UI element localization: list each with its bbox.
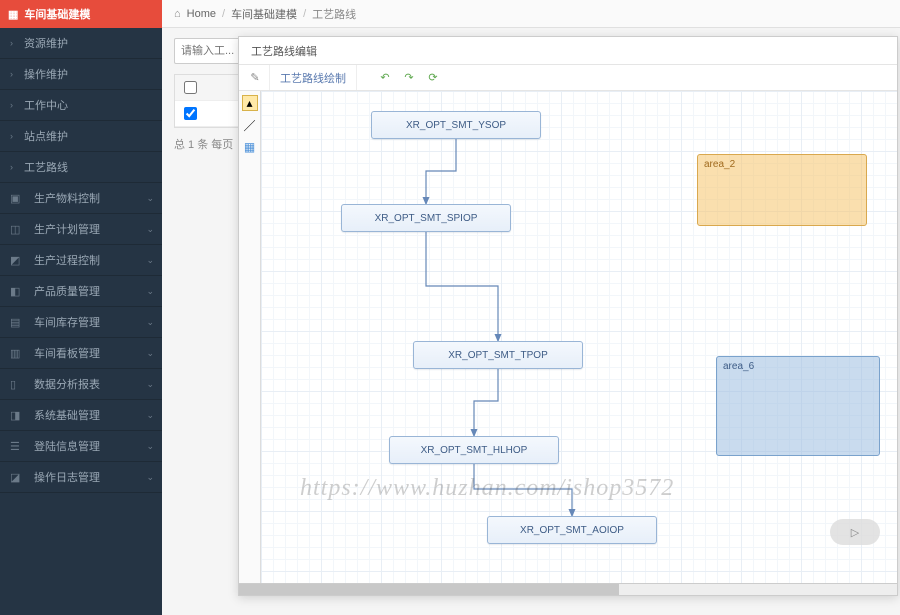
sidebar-section-kanban[interactable]: ▥ 车间看板管理 ⌄ xyxy=(0,338,162,369)
chevron-down-icon: ⌄ xyxy=(146,348,154,359)
sidebar-item-label: 资源维护 xyxy=(24,35,68,51)
sidebar-item-label: 生产计划管理 xyxy=(34,221,100,237)
chevron-right-icon: › xyxy=(10,131,13,141)
sidebar-header-label: 车间基础建模 xyxy=(24,6,90,22)
sidebar-item-label: 操作维护 xyxy=(24,66,68,82)
play-badge-icon: ▷ xyxy=(830,519,880,545)
sidebar-section-material[interactable]: ▣ 生产物料控制 ⌄ xyxy=(0,183,162,214)
calendar-icon: ◫ xyxy=(10,223,26,236)
sidebar-item-resource[interactable]: › 资源维护 xyxy=(0,28,162,59)
tool-palette: ▴ ／ ▦ xyxy=(239,91,261,583)
sidebar-item-label: 产品质量管理 xyxy=(34,283,100,299)
sidebar-item-label: 操作日志管理 xyxy=(34,469,100,485)
sidebar-item-label: 系统基础管理 xyxy=(34,407,100,423)
dashboard-icon: ▦ xyxy=(8,8,18,21)
search-input[interactable] xyxy=(174,38,244,64)
chart-icon: ▯ xyxy=(10,378,26,391)
flow-node[interactable]: XR_OPT_SMT_SPIOP xyxy=(341,204,511,232)
chevron-down-icon: ⌄ xyxy=(146,410,154,421)
sidebar-section-log[interactable]: ◪ 操作日志管理 ⌄ xyxy=(0,462,162,493)
sidebar-section-process[interactable]: ◩ 生产过程控制 ⌄ xyxy=(0,245,162,276)
flow-node[interactable]: XR_OPT_SMT_TPOP xyxy=(413,341,583,369)
log-icon: ◪ xyxy=(10,471,26,484)
sidebar-section-login[interactable]: ☰ 登陆信息管理 ⌄ xyxy=(0,431,162,462)
sidebar-section-report[interactable]: ▯ 数据分析报表 ⌄ xyxy=(0,369,162,400)
breadcrumb-sep: / xyxy=(222,8,225,20)
redo-icon[interactable]: ↷ xyxy=(399,68,419,88)
sidebar-section-plan[interactable]: ◫ 生产计划管理 ⌄ xyxy=(0,214,162,245)
sidebar: ▦ 车间基础建模 › 资源维护 › 操作维护 › 工作中心 › 站点维护 › 工艺路线 ▣… xyxy=(0,0,162,615)
flow-node[interactable]: XR_OPT_SMT_HLHOP xyxy=(389,436,559,464)
chevron-right-icon: › xyxy=(10,69,13,79)
sidebar-section-inventory[interactable]: ▤ 车间库存管理 ⌄ xyxy=(0,307,162,338)
sidebar-item-operation[interactable]: › 操作维护 xyxy=(0,59,162,90)
select-all-checkbox[interactable] xyxy=(184,81,197,94)
scrollbar-thumb[interactable] xyxy=(239,584,619,595)
sidebar-item-label: 车间库存管理 xyxy=(34,314,100,330)
sidebar-item-label: 工艺路线 xyxy=(24,159,68,175)
sidebar-item-label: 站点维护 xyxy=(24,128,68,144)
line-tool-icon[interactable]: ／ xyxy=(242,117,258,133)
sidebar-item-label: 生产过程控制 xyxy=(34,252,100,268)
breadcrumb: ⌂ Home / 车间基础建模 / 工艺路线 xyxy=(162,0,900,28)
chevron-down-icon: ⌄ xyxy=(146,379,154,390)
sidebar-section-system[interactable]: ◨ 系统基础管理 ⌄ xyxy=(0,400,162,431)
pager-text: 总 1 条 每页 xyxy=(174,139,233,151)
horizontal-scrollbar[interactable] xyxy=(239,583,897,595)
modal-title-label: 工艺路线编辑 xyxy=(251,43,317,59)
sidebar-item-label: 生产物料控制 xyxy=(34,190,100,206)
stack-icon: ▤ xyxy=(10,316,26,329)
flow-node[interactable]: XR_OPT_SMT_YSOP xyxy=(371,111,541,139)
area-box[interactable]: area_2 xyxy=(697,154,867,226)
modal-body: ▴ ／ ▦ XR_OPT_SMT_YSOPXR_OPT_SMT_SPIOPXR_… xyxy=(239,91,897,583)
refresh-icon[interactable]: ⟳ xyxy=(423,68,443,88)
breadcrumb-crumb1[interactable]: 车间基础建模 xyxy=(231,6,297,22)
sidebar-item-label: 数据分析报表 xyxy=(34,376,100,392)
breadcrumb-crumb2: 工艺路线 xyxy=(312,6,356,22)
sidebar-item-route[interactable]: › 工艺路线 xyxy=(0,152,162,183)
chevron-down-icon: ⌄ xyxy=(146,193,154,204)
home-icon: ⌂ xyxy=(174,8,181,20)
area-box[interactable]: area_6 xyxy=(716,356,880,456)
flow-node[interactable]: XR_OPT_SMT_AOIOP xyxy=(487,516,657,544)
modal-title: 工艺路线编辑 xyxy=(239,37,897,65)
chevron-down-icon: ⌄ xyxy=(146,441,154,452)
undo-icon[interactable]: ↶ xyxy=(375,68,395,88)
route-editor-panel: 工艺路线编辑 ✎ 工艺路线绘制 ↶ ↷ ⟳ ▴ ／ ▦ XR_OPT_SMT_Y… xyxy=(238,36,898,596)
db-icon: ◨ xyxy=(10,409,26,422)
board-icon: ▥ xyxy=(10,347,26,360)
sidebar-section-quality[interactable]: ◧ 产品质量管理 ⌄ xyxy=(0,276,162,307)
sidebar-item-station[interactable]: › 站点维护 xyxy=(0,121,162,152)
chevron-down-icon: ⌄ xyxy=(146,255,154,266)
chevron-right-icon: › xyxy=(10,100,13,110)
chevron-down-icon: ⌄ xyxy=(146,224,154,235)
tab-label: 工艺路线绘制 xyxy=(280,70,346,86)
chevron-right-icon: › xyxy=(10,38,13,48)
shield-icon: ◧ xyxy=(10,285,26,298)
sidebar-item-label: 工作中心 xyxy=(24,97,68,113)
chevron-down-icon: ⌄ xyxy=(146,317,154,328)
tab-draw[interactable]: 工艺路线绘制 xyxy=(269,65,357,90)
key-icon: ☰ xyxy=(10,440,26,453)
sidebar-item-workcenter[interactable]: › 工作中心 xyxy=(0,90,162,121)
sidebar-item-label: 登陆信息管理 xyxy=(34,438,100,454)
box-icon: ▣ xyxy=(10,192,26,205)
chevron-right-icon: › xyxy=(10,162,13,172)
chevron-down-icon: ⌄ xyxy=(146,472,154,483)
diagram-canvas[interactable]: XR_OPT_SMT_YSOP XR_OPT_SMT_SPIOP XR_OPT_SM… xyxy=(261,91,897,583)
sidebar-header: ▦ 车间基础建模 xyxy=(0,0,162,28)
pointer-tool-icon[interactable]: ▴ xyxy=(242,95,258,111)
grid-tool-icon[interactable]: ▦ xyxy=(242,139,258,155)
sidebar-item-label: 车间看板管理 xyxy=(34,345,100,361)
row-checkbox[interactable] xyxy=(184,107,197,120)
breadcrumb-sep: / xyxy=(303,8,306,20)
breadcrumb-home[interactable]: Home xyxy=(187,8,216,20)
edit-icon[interactable]: ✎ xyxy=(245,68,265,88)
modal-toolbar: ✎ 工艺路线绘制 ↶ ↷ ⟳ xyxy=(239,65,897,91)
gear-icon: ◩ xyxy=(10,254,26,267)
chevron-down-icon: ⌄ xyxy=(146,286,154,297)
